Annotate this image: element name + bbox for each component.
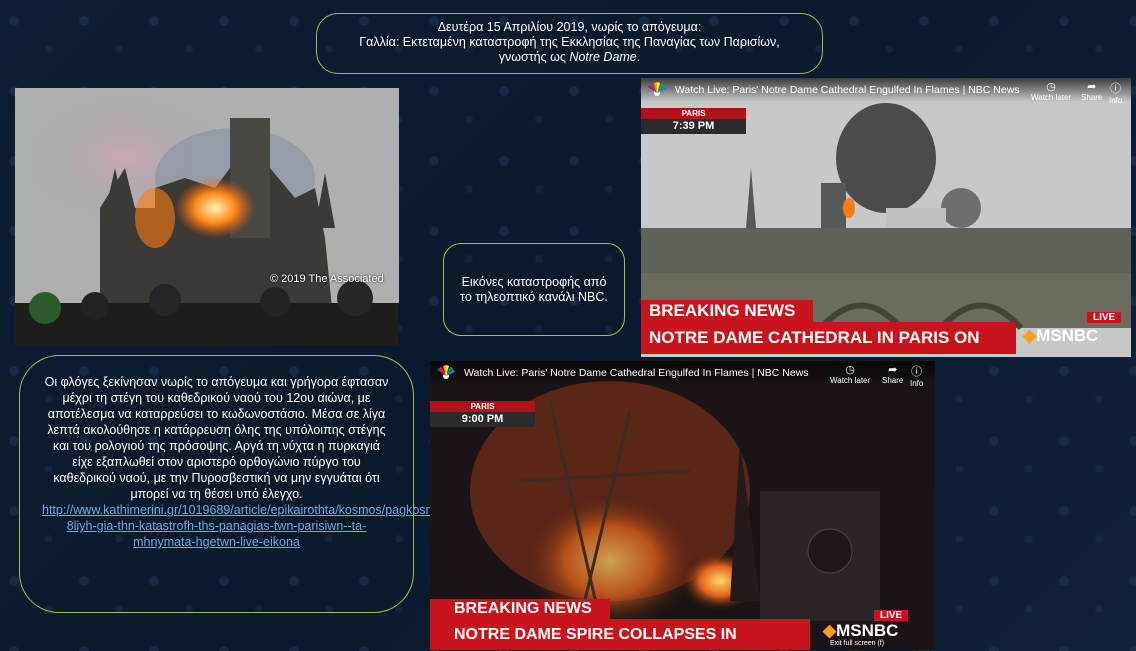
title-description-line: Γαλλία: Εκτεταμένη καταστροφή της Εκκλησ… [359,35,780,64]
clock-icon: ◷ [1046,81,1056,93]
share-icon: ➦ [888,364,898,376]
share-icon: ➦ [1087,81,1097,93]
msnbc-logo: ◆MSNBC [1023,326,1099,345]
cathedral-fire-illustration [15,88,399,346]
photo-copyright: © 2019 The Associated [270,273,384,285]
exit-fullscreen-hint[interactable]: Exit full screen (f) [830,640,884,647]
breaking-news-banner: BREAKING NEWS [641,300,813,322]
share-button[interactable]: ➦ Share [882,363,903,385]
news-headline: NOTRE DAME CATHEDRAL IN PARIS ON FIRE [641,322,1016,354]
slide-title-box: Δευτέρα 15 Απριλίου 2019, νωρίς το απόγε… [316,13,823,74]
info-button[interactable]: ⓘ Info [910,363,923,388]
notre-dame-fire-photo: © 2019 The Associated [15,88,399,346]
location-time-badge: PARIS 9:00 PM [430,401,535,431]
nbc-caption-box: Εικόνες καταστροφής από το τηλεοπτικό κα… [443,243,625,336]
description-box: Οι φλόγες ξεκίνησαν νωρίς το απόγευμα κα… [19,355,450,613]
nbc-peacock-icon [648,82,666,96]
breaking-news-banner: BREAKING NEWS [430,599,610,619]
info-icon: ⓘ [1110,83,1122,95]
nbc-video-frame-1[interactable]: Watch Live: Paris' Notre Dame Cathedral … [641,78,1131,357]
msnbc-peacock-icon: ◆ [1023,326,1037,345]
source-link[interactable]: http://www.kathimerini.gr/1019689/articl… [42,502,450,550]
news-headline: NOTRE DAME SPIRE COLLAPSES IN MASSIVE FI… [430,619,810,650]
live-badge: LIVE [1087,312,1122,323]
msnbc-logo: ◆MSNBC [823,621,899,640]
location-time: 7:39 PM [641,119,746,134]
nbc-peacock-icon [437,365,455,379]
description-text: Οι φλόγες ξεκίνησαν νωρίς το απόγευμα κα… [44,375,389,501]
info-icon: ⓘ [911,366,923,378]
nbc-caption-text: Εικόνες καταστροφής από το τηλεοπτικό κα… [460,274,608,304]
msnbc-peacock-icon: ◆ [823,621,837,640]
title-date-line: Δευτέρα 15 Απριλίου 2019, νωρίς το απόγε… [437,20,702,34]
location-city: PARIS [430,401,535,412]
watch-later-button[interactable]: ◷ Watch later [830,363,870,385]
watch-later-button[interactable]: ◷ Watch later [1031,80,1071,102]
clock-icon: ◷ [845,364,855,376]
location-time-badge: PARIS 7:39 PM [641,108,746,138]
info-button[interactable]: ⓘ Info [1109,80,1122,105]
nbc-video-frame-2[interactable]: Watch Live: Paris' Notre Dame Cathedral … [430,361,935,650]
location-time: 9:00 PM [430,412,535,427]
share-button[interactable]: ➦ Share [1081,80,1102,102]
location-city: PARIS [641,108,746,119]
live-badge: LIVE [874,610,909,621]
